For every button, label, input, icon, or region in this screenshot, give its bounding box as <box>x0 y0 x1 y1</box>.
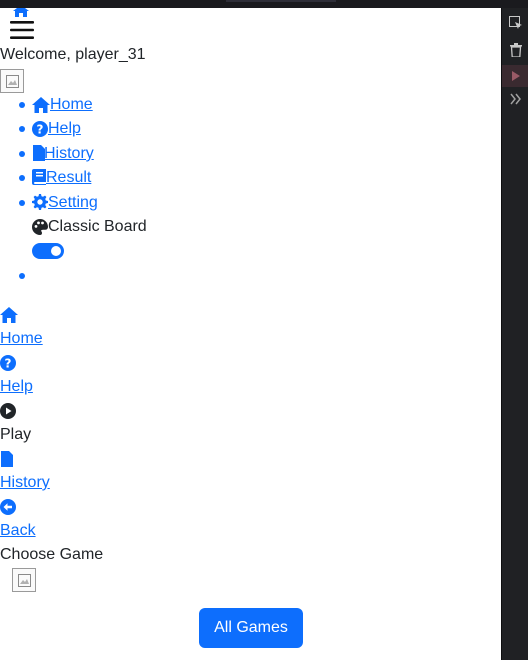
question-circle-icon[interactable]: ? <box>0 355 16 375</box>
list-bullet <box>19 175 25 181</box>
svg-text:?: ? <box>37 123 44 137</box>
nav-item-home[interactable]: Home <box>50 96 93 114</box>
choose-game-label: Choose Game <box>0 546 104 563</box>
welcome-text: Welcome, player_31 <box>0 46 146 63</box>
trash-icon[interactable] <box>502 39 528 61</box>
nav-help-icon[interactable]: ? <box>32 121 48 141</box>
arrow-left-circle-icon[interactable] <box>0 499 16 519</box>
nav-item-history[interactable]: History <box>44 145 94 163</box>
select-element-icon[interactable] <box>502 12 528 34</box>
side-toolbar <box>501 8 528 660</box>
all-games-button[interactable]: All Games <box>199 608 303 648</box>
nav-item-result[interactable]: Result <box>46 169 91 187</box>
nav-home-icon[interactable] <box>32 97 50 117</box>
secondary-nav-home[interactable]: Home <box>0 330 43 348</box>
browser-top-strip <box>0 0 528 8</box>
palette-icon <box>32 219 48 239</box>
play-triangle-icon[interactable] <box>502 65 528 87</box>
game-image <box>12 568 36 592</box>
nav-item-help[interactable]: Help <box>48 120 81 138</box>
toggle-knob <box>51 246 61 256</box>
avatar-image <box>0 69 24 93</box>
theme-toggle-switch[interactable] <box>32 243 64 259</box>
chevron-double-right-icon[interactable] <box>502 88 528 110</box>
nav-item-setting[interactable]: Setting <box>48 194 98 212</box>
secondary-nav-history[interactable]: History <box>0 474 50 492</box>
svg-text:?: ? <box>5 357 12 371</box>
hamburger-menu-icon[interactable] <box>10 20 34 44</box>
list-bullet <box>19 102 25 108</box>
home-icon[interactable] <box>0 307 18 327</box>
list-bullet <box>19 151 25 157</box>
play-circle-icon[interactable] <box>0 403 16 423</box>
file-icon[interactable] <box>1 451 13 471</box>
nav-setting-icon[interactable] <box>32 194 48 214</box>
secondary-nav-play[interactable]: Play <box>0 426 31 444</box>
secondary-nav-help[interactable]: Help <box>0 378 33 396</box>
secondary-nav-back[interactable]: Back <box>0 522 36 540</box>
list-bullet <box>19 126 25 132</box>
list-bullet <box>19 273 25 279</box>
list-bullet <box>19 200 25 206</box>
page: Welcome, player_31 Home ? Help History R… <box>0 8 501 660</box>
nav-result-icon[interactable] <box>32 169 46 189</box>
theme-label: Classic Board <box>48 218 147 235</box>
top-strip-segment <box>226 0 336 2</box>
